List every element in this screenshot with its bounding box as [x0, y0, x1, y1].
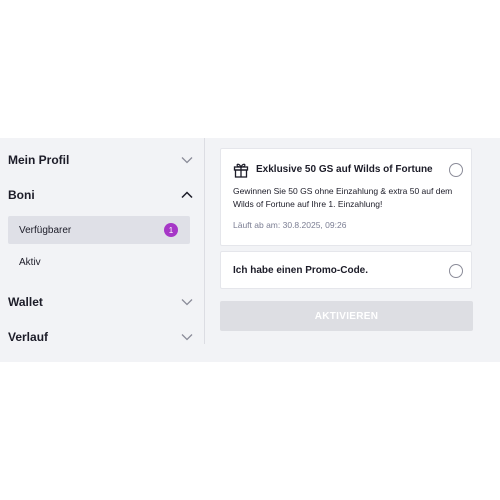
- bonus-offer-card[interactable]: Exklusive 50 GS auf Wilds of Fortune Gew…: [220, 148, 472, 246]
- sidebar-item-wallet[interactable]: Wallet: [8, 287, 194, 317]
- chevron-up-icon: [180, 188, 194, 202]
- sidebar-item-label: Wallet: [8, 295, 43, 309]
- activate-button[interactable]: AKTIVIEREN: [220, 301, 473, 331]
- sidebar-subitem-label: Verfügbarer: [19, 224, 72, 236]
- bonus-offer-expiry: Läuft ab am: 30.8.2025, 09:26: [233, 220, 347, 230]
- promo-code-card[interactable]: Ich habe einen Promo-Code.: [220, 251, 472, 289]
- sidebar-subitem-verfuegbarer[interactable]: Verfügbarer 1: [8, 216, 190, 244]
- sidebar-item-boni[interactable]: Boni: [8, 180, 194, 210]
- promo-code-radio[interactable]: [449, 264, 463, 278]
- chevron-down-icon: [180, 153, 194, 167]
- sidebar-item-verlauf[interactable]: Verlauf: [8, 322, 194, 352]
- sidebar-subitem-aktiv[interactable]: Aktiv: [8, 248, 190, 276]
- sidebar-item-label: Verlauf: [8, 330, 49, 344]
- bonus-offer-radio[interactable]: [449, 163, 463, 177]
- account-sidebar: Mein Profil Boni Verfügbarer 1 Aktiv Wal…: [0, 138, 205, 344]
- promo-code-label: Ich habe einen Promo-Code.: [233, 265, 369, 276]
- sidebar-item-label: Boni: [8, 188, 35, 202]
- chevron-down-icon: [180, 295, 194, 309]
- chevron-down-icon: [180, 330, 194, 344]
- sidebar-subitem-label: Aktiv: [19, 256, 41, 268]
- bonus-offer-title: Exklusive 50 GS auf Wilds of Fortune: [256, 164, 433, 175]
- bonus-panel: Mein Profil Boni Verfügbarer 1 Aktiv Wal…: [0, 138, 500, 362]
- gift-icon: [233, 162, 249, 178]
- sidebar-item-label: Mein Profil: [8, 153, 70, 167]
- count-badge: 1: [164, 223, 178, 237]
- sidebar-item-mein-profil[interactable]: Mein Profil: [8, 145, 194, 175]
- bonus-offer-description: Gewinnen Sie 50 GS ohne Einzahlung & ext…: [233, 186, 453, 209]
